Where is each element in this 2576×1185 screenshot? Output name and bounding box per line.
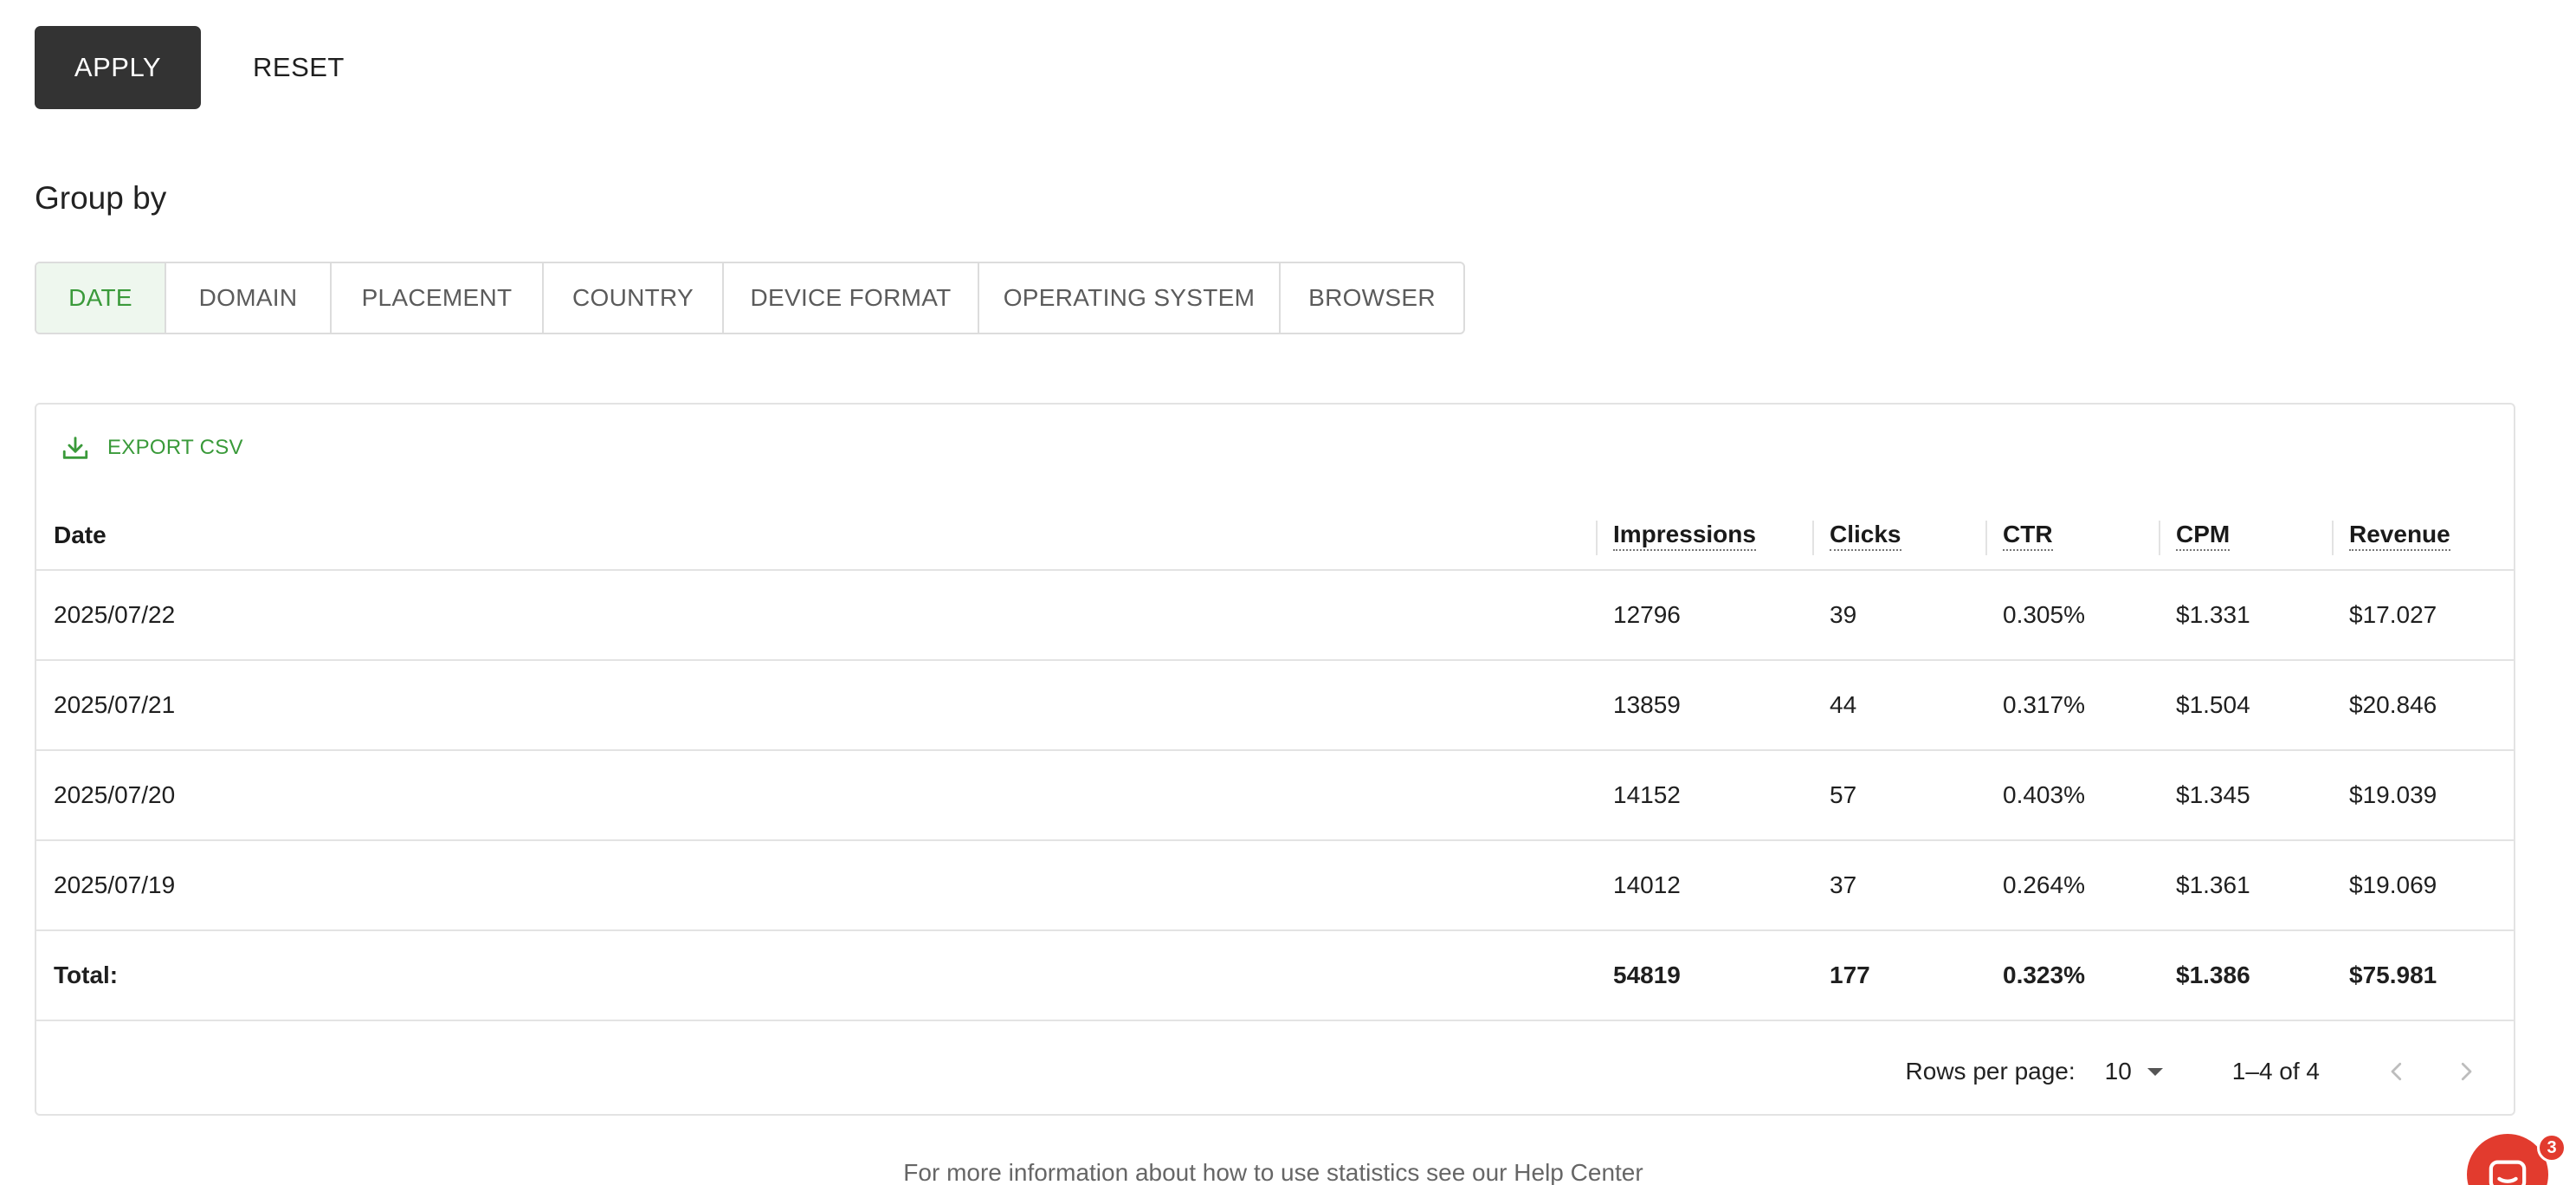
- cell-clicks: 39: [1830, 601, 1857, 628]
- column-header-ctr[interactable]: CTR: [1985, 502, 2159, 569]
- cell-date: 2025/07/21: [54, 691, 176, 718]
- cell-impressions: 13859: [1613, 691, 1681, 718]
- filter-actions: APPLY RESET: [35, 26, 345, 109]
- chevron-right-icon: [2461, 1062, 2472, 1081]
- cell-cpm: $1.331: [2176, 601, 2250, 628]
- help-center-text: For more information about how to use st…: [903, 1159, 1643, 1185]
- tab-operating-system[interactable]: OPERATING SYSTEM: [979, 263, 1281, 333]
- tab-device-format[interactable]: DEVICE FORMAT: [724, 263, 979, 333]
- table-header-row: Date Impressions Clicks CTR CPM Revenue: [36, 502, 2514, 571]
- cell-ctr: 0.264%: [2003, 871, 2085, 898]
- cell-clicks: 44: [1830, 691, 1857, 718]
- cell-cpm: $1.345: [2176, 781, 2250, 808]
- total-cpm: $1.386: [2176, 962, 2250, 988]
- total-ctr: 0.323%: [2003, 962, 2085, 988]
- cell-impressions: 12796: [1613, 601, 1681, 628]
- tab-country[interactable]: COUNTRY: [544, 263, 724, 333]
- cell-date: 2025/07/19: [54, 871, 176, 898]
- cell-impressions: 14012: [1613, 871, 1681, 898]
- cell-ctr: 0.403%: [2003, 781, 2085, 808]
- download-icon: [62, 437, 88, 459]
- column-header-date[interactable]: Date: [36, 502, 1596, 569]
- group-by-tabs: DATE DOMAIN PLACEMENT COUNTRY DEVICE FOR…: [35, 262, 1465, 334]
- tab-date[interactable]: DATE: [36, 263, 166, 333]
- apply-button[interactable]: APPLY: [35, 26, 201, 109]
- cell-date: 2025/07/20: [54, 781, 176, 808]
- column-header-clicks[interactable]: Clicks: [1812, 502, 1985, 569]
- table-row: 2025/07/19 14012 37 0.264% $1.361 $19.06…: [36, 841, 2514, 931]
- cell-revenue: $20.846: [2349, 691, 2437, 718]
- cell-cpm: $1.504: [2176, 691, 2250, 718]
- cell-revenue: $19.069: [2349, 871, 2437, 898]
- total-revenue: $75.981: [2349, 962, 2437, 988]
- tab-browser[interactable]: BROWSER: [1281, 263, 1463, 333]
- page-range: 1–4 of 4: [2231, 1058, 2320, 1085]
- total-clicks: 177: [1830, 962, 1870, 988]
- column-header-impressions[interactable]: Impressions: [1596, 502, 1812, 569]
- cell-impressions: 14152: [1613, 781, 1681, 808]
- reset-button[interactable]: RESET: [253, 43, 345, 92]
- cell-revenue: $17.027: [2349, 601, 2437, 628]
- tab-domain[interactable]: DOMAIN: [166, 263, 332, 333]
- total-impressions: 54819: [1613, 962, 1681, 988]
- chat-icon: [2489, 1160, 2527, 1185]
- export-csv-button[interactable]: EXPORT CSV: [61, 431, 243, 465]
- statistics-table: Date Impressions Clicks CTR CPM Revenue …: [36, 502, 2514, 1021]
- cell-date: 2025/07/22: [54, 601, 176, 628]
- rows-per-page-label: Rows per page:: [1905, 1058, 2076, 1085]
- cell-clicks: 37: [1830, 871, 1857, 898]
- cell-cpm: $1.361: [2176, 871, 2250, 898]
- total-label: Total:: [54, 962, 119, 988]
- cell-revenue: $19.039: [2349, 781, 2437, 808]
- cell-clicks: 57: [1830, 781, 1857, 808]
- column-header-cpm[interactable]: CPM: [2159, 502, 2332, 569]
- tab-placement[interactable]: PLACEMENT: [332, 263, 544, 333]
- chat-launcher-button[interactable]: [2467, 1134, 2548, 1185]
- table-total-row: Total: 54819 177 0.323% $1.386 $75.981: [36, 931, 2514, 1021]
- column-header-revenue[interactable]: Revenue: [2332, 502, 2514, 569]
- table-row: 2025/07/22 12796 39 0.305% $1.331 $17.02…: [36, 571, 2514, 661]
- rows-per-page-select[interactable]: 10: [2105, 1058, 2163, 1085]
- caret-down-icon: [2147, 1067, 2163, 1076]
- previous-page-button[interactable]: [2375, 1050, 2418, 1093]
- chat-notification-badge: 3: [2537, 1133, 2566, 1162]
- export-csv-label: EXPORT CSV: [107, 436, 243, 459]
- chevron-left-icon: [2391, 1062, 2402, 1081]
- cell-ctr: 0.305%: [2003, 601, 2085, 628]
- next-page-button[interactable]: [2444, 1050, 2488, 1093]
- table-row: 2025/07/20 14152 57 0.403% $1.345 $19.03…: [36, 751, 2514, 841]
- group-by-title: Group by: [35, 180, 167, 216]
- statistics-card: EXPORT CSV Date Impressions Clicks CTR C…: [35, 403, 2515, 1116]
- rows-per-page-value: 10: [2104, 1058, 2132, 1085]
- table-pagination: Rows per page: 10 1–4 of 4: [36, 1028, 2514, 1115]
- cell-ctr: 0.317%: [2003, 691, 2085, 718]
- table-row: 2025/07/21 13859 44 0.317% $1.504 $20.84…: [36, 661, 2514, 751]
